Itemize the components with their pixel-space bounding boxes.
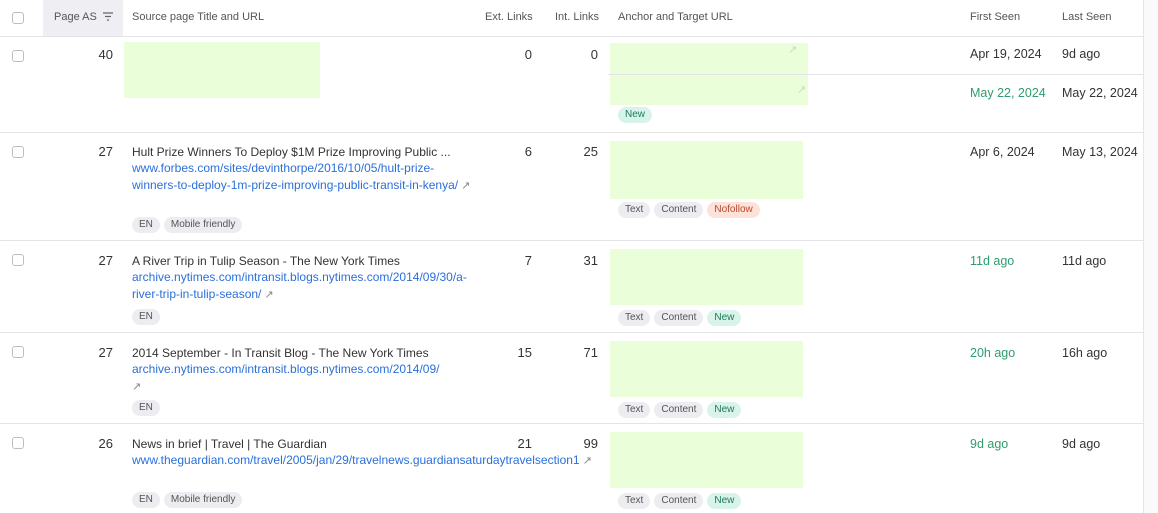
source-url[interactable]: archive.nytimes.com/intransit.blogs.nyti… [132, 269, 467, 304]
column-last-seen[interactable]: Last Seen [1062, 11, 1112, 23]
source-tags: EN Mobile friendly [132, 214, 246, 233]
external-link-icon[interactable]: ↗ [788, 43, 797, 56]
first-seen-value: 11d ago [970, 254, 1015, 268]
first-seen-value: 9d ago [970, 437, 1009, 451]
page-as-value: 27 [98, 144, 113, 159]
language-tag: EN [132, 217, 160, 233]
first-seen-value: 20h ago [970, 346, 1016, 360]
table-row: 26 News in brief | Travel | The Guardian… [0, 424, 1143, 513]
language-tag: EN [132, 492, 160, 508]
language-tag: EN [132, 309, 160, 325]
page-as-value: 27 [98, 253, 113, 268]
last-seen-value: 9d ago [1062, 47, 1101, 61]
source-tags: EN Mobile friendly [132, 489, 246, 508]
content-tag: Content [654, 202, 704, 218]
table-row: 27 2014 September - In Transit Blog - Th… [0, 333, 1143, 424]
source-title[interactable]: News in brief | Travel | The Guardian [132, 437, 327, 451]
first-seen-value: Apr 19, 2024 [970, 47, 1042, 61]
row-checkbox[interactable] [12, 50, 24, 62]
first-seen-value: Apr 6, 2024 [970, 145, 1035, 159]
int-links-value: 71 [583, 345, 598, 360]
last-seen-value: 9d ago [1062, 437, 1101, 451]
table-row: 27 A River Trip in Tulip Season - The Ne… [0, 241, 1143, 333]
int-links-value: 25 [583, 144, 598, 159]
int-links-value: 0 [590, 47, 598, 62]
language-tag: EN [132, 400, 160, 416]
row-checkbox[interactable] [12, 346, 24, 358]
mobile-friendly-tag: Mobile friendly [163, 492, 243, 508]
external-link-icon[interactable]: ↗ [583, 455, 592, 467]
table-row: 27 Hult Prize Winners To Deploy $1M Priz… [0, 133, 1143, 241]
sort-descending-icon[interactable] [102, 12, 113, 21]
row-checkbox[interactable] [12, 437, 24, 449]
text-tag: Text [618, 493, 651, 509]
last-seen-value: May 22, 2024 [1062, 86, 1138, 100]
select-all-checkbox[interactable] [12, 12, 24, 24]
column-page-as[interactable]: Page AS [54, 11, 113, 23]
source-url[interactable]: www.forbes.com/sites/devinthorpe/2016/10… [132, 160, 472, 195]
last-seen-value: May 13, 2024 [1062, 145, 1138, 159]
external-link-icon[interactable]: ↗ [132, 381, 141, 393]
new-tag: New [707, 493, 742, 509]
column-int-links[interactable]: Int. Links [555, 11, 599, 23]
anchor-tags: Text Content New [618, 307, 745, 326]
anchor-tags: Text Content New [618, 490, 745, 509]
new-tag: New [618, 107, 653, 123]
row-checkbox[interactable] [12, 146, 24, 158]
redacted-anchor [610, 341, 803, 397]
content-tag: Content [654, 493, 704, 509]
ext-links-value: 21 [517, 436, 532, 451]
redacted-source [124, 42, 320, 98]
mobile-friendly-tag: Mobile friendly [163, 217, 243, 233]
text-tag: Text [618, 202, 651, 218]
external-link-icon[interactable]: ↗ [797, 83, 806, 96]
source-tags: EN [132, 397, 164, 416]
backlinks-table: Page AS Source page Title and URL Ext. L… [0, 0, 1144, 513]
table-header: Page AS Source page Title and URL Ext. L… [0, 0, 1143, 37]
int-links-value: 31 [583, 253, 598, 268]
row-checkbox[interactable] [12, 254, 24, 266]
table-row: 40 0 0 ↗ ↗ New Apr 19, 2024 9d ago May 2… [0, 37, 1143, 133]
ext-links-value: 7 [524, 253, 532, 268]
column-source: Source page Title and URL [132, 11, 265, 23]
int-links-value: 99 [583, 436, 598, 451]
nofollow-tag: Nofollow [707, 202, 760, 218]
first-seen-value: May 22, 2024 [970, 86, 1046, 100]
sub-row-divider [608, 74, 1143, 75]
content-tag: Content [654, 310, 704, 326]
source-title[interactable]: Hult Prize Winners To Deploy $1M Prize I… [132, 145, 451, 159]
ext-links-value: 15 [517, 345, 532, 360]
source-tags: EN [132, 306, 164, 325]
external-link-icon[interactable]: ↗ [264, 289, 273, 301]
text-tag: Text [618, 402, 651, 418]
anchor-tags: Text Content Nofollow [618, 199, 764, 218]
new-tag: New [707, 402, 742, 418]
last-seen-value: 16h ago [1062, 346, 1108, 360]
page-as-value: 27 [98, 345, 113, 360]
ext-links-value: 6 [524, 144, 532, 159]
page-as-value: 40 [98, 47, 113, 62]
text-tag: Text [618, 310, 651, 326]
anchor-tags: Text Content New [618, 399, 745, 418]
scrollbar[interactable] [1144, 0, 1158, 513]
redacted-anchor [610, 249, 803, 305]
ext-links-value: 0 [524, 47, 532, 62]
source-url[interactable]: archive.nytimes.com/intransit.blogs.nyti… [132, 361, 467, 396]
source-title[interactable]: A River Trip in Tulip Season - The New Y… [132, 254, 400, 268]
column-first-seen[interactable]: First Seen [970, 11, 1020, 23]
content-tag: Content [654, 402, 704, 418]
new-tag: New [707, 310, 742, 326]
last-seen-value: 11d ago [1062, 254, 1107, 268]
redacted-anchor [610, 141, 803, 199]
page-as-value: 26 [98, 436, 113, 451]
source-url[interactable]: www.theguardian.com/travel/2005/jan/29/t… [132, 452, 592, 470]
redacted-anchor [610, 432, 803, 488]
column-anchor: Anchor and Target URL [618, 11, 733, 23]
source-title[interactable]: 2014 September - In Transit Blog - The N… [132, 346, 429, 360]
column-ext-links[interactable]: Ext. Links [485, 11, 533, 23]
external-link-icon[interactable]: ↗ [461, 180, 470, 192]
